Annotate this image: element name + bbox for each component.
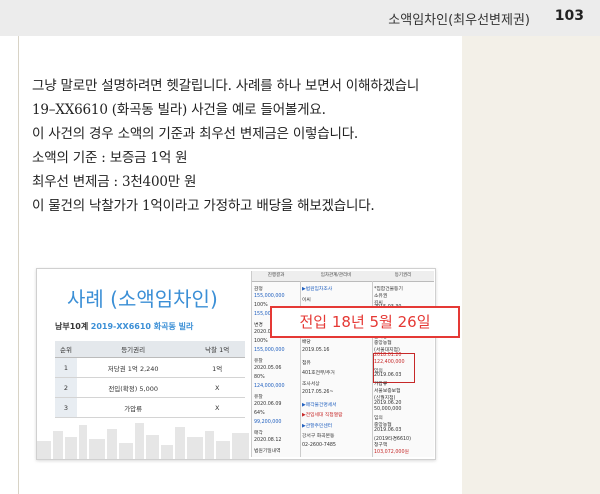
doc-entry: 2019.06.03: [374, 427, 402, 433]
amount-cell: X: [189, 377, 245, 398]
doc-entry: 이씨: [302, 297, 311, 303]
case-summary-panel: 사례 (소액임차인) 남부10계 2019-XX6610 화곡동 빌라 순위 등…: [37, 269, 249, 459]
rank-cell: 1: [55, 357, 77, 378]
doc-entry: 64%: [254, 411, 265, 416]
doc-entry: 조사서상: [302, 381, 320, 387]
doc-entry: ▶관할주민센터: [302, 423, 333, 429]
table-row: 3 가압류 X: [55, 397, 245, 418]
doc-entry: 감정: [254, 287, 263, 292]
doc-entry: 80%: [254, 375, 265, 380]
body-line: 그냥 말로만 설명하려면 헷갈립니다. 사례를 하나 보면서 이해하겠습니: [32, 78, 420, 94]
doc-entry: 02-2600-7485: [302, 442, 336, 448]
doc-entry: ▶전입세대 직접열람: [302, 413, 343, 418]
doc-entry: 2020.06.09: [254, 402, 282, 407]
doc-entry: 401호전부/주거: [302, 371, 335, 376]
body-line: 최우선 변제금 : 3천400만 원: [32, 174, 197, 190]
doc-entry: 100%: [254, 339, 268, 344]
figure-title: 사례 (소액임차인): [67, 287, 218, 311]
doc-col-header: 등기권리: [372, 271, 434, 282]
body-line: 소액의 기준 : 보증금 1억 원: [32, 150, 188, 166]
doc-entry: ▶법원임차조사: [302, 287, 333, 292]
amount-cell: 1억: [189, 357, 245, 378]
doc-entry: 2019.06.03: [374, 373, 402, 379]
move-in-date-callout: 전입 18년 5월 26일: [270, 306, 460, 338]
right-cell: 전입(확정) 5,000: [77, 377, 190, 398]
doc-entry: ▶매각물건명세서: [302, 402, 337, 408]
body-line: 19–XX6610 (화곡동 빌라) 사건을 예로 들어볼게요.: [32, 102, 326, 118]
table-header: 낙찰 1억: [189, 341, 245, 358]
doc-entry: 유찰: [254, 359, 263, 364]
body-line: 이 물건의 낙찰가가 1억이라고 가정하고 배당을 해보겠습니다.: [32, 198, 375, 214]
doc-entry: 2018.01.20: [374, 353, 402, 358]
doc-entry: 100%: [254, 303, 268, 308]
doc-entry: 2020.08.12: [254, 438, 282, 443]
table-header: 등기권리: [77, 341, 190, 358]
page-header: 소액임차인(최우선변제권) 103: [0, 0, 600, 36]
doc-entry: 2020.05.06: [254, 366, 282, 371]
doc-entry: 2017.05.26~: [302, 390, 334, 395]
doc-entry: 배당: [302, 339, 311, 345]
doc-entry: 2019.05.16: [302, 348, 330, 353]
body-line: 이 사건의 경우 소액의 기준과 최우선 변제금은 이렇습니다.: [32, 126, 359, 142]
table-header: 순위: [55, 341, 77, 358]
page-number: 103: [554, 8, 584, 24]
rank-cell: 3: [55, 397, 77, 418]
doc-entry: 103,072,000원: [374, 450, 409, 456]
doc-entry: 124,000,000: [254, 384, 285, 389]
chapter-title: 소액임차인(최우선변제권): [388, 13, 530, 28]
doc-entry: 122,400,000: [374, 359, 405, 365]
margin-line: [18, 36, 19, 494]
city-skyline-graphic: [37, 423, 249, 459]
doc-entry: 점유: [302, 360, 311, 366]
doc-entry: 155,000,000: [254, 294, 285, 299]
table-row: 1 저당권 1억 2,240 1억: [55, 357, 245, 378]
distribution-table: 순위 등기권리 낙찰 1억 1 저당권 1억 2,240 1억 2 전입(확정)…: [55, 341, 245, 418]
right-margin-band: [462, 36, 600, 494]
doc-entry: 2019.06.20: [374, 400, 402, 406]
doc-entry: 변경: [254, 323, 263, 328]
doc-entry: 매각: [254, 431, 263, 436]
rank-cell: 2: [55, 377, 77, 398]
auction-document-panel: 진행결과 임차관계/관리비 등기권리 감정155,000,000100%155,…: [251, 271, 434, 457]
court-division: 남부10계: [55, 322, 89, 331]
right-cell: 저당권 1억 2,240: [77, 357, 190, 378]
doc-entry: 유찰: [254, 395, 263, 400]
doc-entry: 155,000,000: [254, 348, 285, 353]
body-text: 그냥 말로만 설명하려면 헷갈립니다. 사례를 하나 보면서 이해하겠습니 19…: [32, 74, 462, 218]
doc-entry: 법원기일내역: [254, 449, 281, 454]
doc-entry: 강서구 화곡본동: [302, 434, 335, 439]
amount-cell: X: [189, 397, 245, 418]
table-row: 2 전입(확정) 5,000 X: [55, 377, 245, 398]
case-figure: 사례 (소액임차인) 남부10계 2019-XX6610 화곡동 빌라 순위 등…: [36, 268, 436, 460]
case-number: 2019-XX6610 화곡동 빌라: [90, 322, 194, 331]
right-cell: 가압류: [77, 397, 190, 418]
doc-entry: 99,200,000: [254, 420, 282, 425]
figure-subtitle: 남부10계 2019-XX6610 화곡동 빌라: [55, 321, 193, 332]
doc-entry: 50,000,000: [374, 407, 402, 413]
